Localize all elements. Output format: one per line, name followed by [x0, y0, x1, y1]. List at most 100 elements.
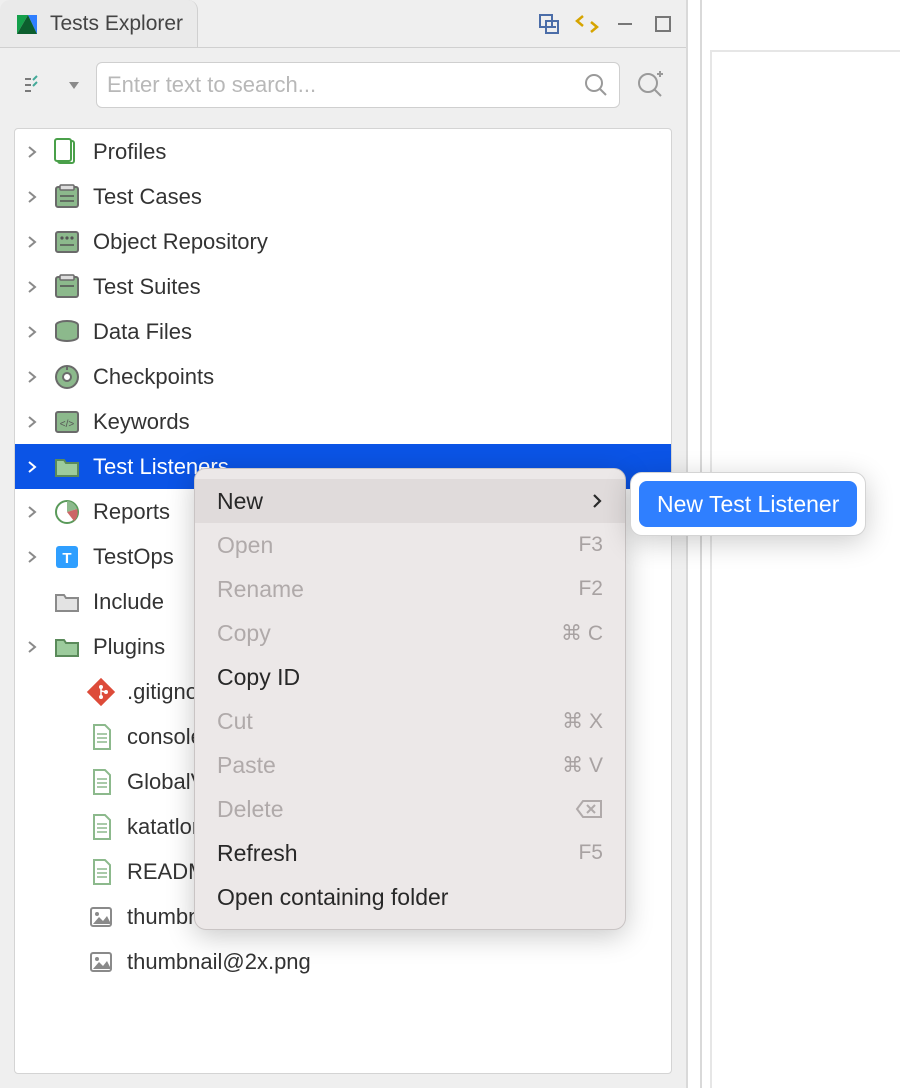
chevron-right-icon	[23, 416, 41, 428]
tree-item-label: thumbnail@2x.png	[127, 949, 311, 975]
link-editor-icon[interactable]	[574, 11, 600, 37]
menu-shortcut: F5	[578, 841, 603, 865]
chevron-right-icon	[23, 506, 41, 518]
chevron-right-icon	[23, 461, 41, 473]
tab-tools	[536, 11, 686, 37]
chevron-right-icon	[23, 281, 41, 293]
chevron-right-icon	[23, 371, 41, 383]
folder-green-icon	[51, 451, 83, 483]
data-icon	[51, 316, 83, 348]
menu-item-label: Copy ID	[217, 664, 300, 691]
keywords-icon: </>	[51, 406, 83, 438]
tests-explorer-tab[interactable]: Tests Explorer	[0, 0, 198, 47]
menu-new[interactable]: New	[195, 479, 625, 523]
chevron-right-icon	[23, 326, 41, 338]
profiles-icon	[51, 136, 83, 168]
menu-item-label: Cut	[217, 708, 253, 735]
editor-pane	[700, 0, 900, 1088]
tree-row-object-repository[interactable]: Object Repository	[15, 219, 671, 264]
search-input[interactable]	[107, 72, 573, 98]
reports-icon	[51, 496, 83, 528]
suites-icon	[51, 271, 83, 303]
tree-item-label: Object Repository	[93, 229, 268, 255]
tree-item-label: Reports	[93, 499, 170, 525]
menu-delete: Delete	[195, 787, 625, 831]
menu-item-label: Delete	[217, 796, 283, 823]
menu-item-label: Refresh	[217, 840, 298, 867]
testcases-icon	[51, 181, 83, 213]
tree-row-test-suites[interactable]: Test Suites	[15, 264, 671, 309]
chevron-right-icon	[23, 191, 41, 203]
file-icon	[85, 811, 117, 843]
menu-shortcut: F2	[578, 577, 603, 601]
tree-row-profiles[interactable]: Profiles	[15, 129, 671, 174]
editor-pane-inner	[710, 50, 900, 1088]
file-icon	[85, 721, 117, 753]
repo-icon	[51, 226, 83, 258]
menu-refresh[interactable]: Refresh F5	[195, 831, 625, 875]
menu-paste: Paste ⌘ V	[195, 743, 625, 787]
folder-icon	[51, 586, 83, 618]
tree-item-label: TestOps	[93, 544, 174, 570]
filter-dropdown-icon[interactable]	[60, 62, 88, 108]
tree-item-label: Profiles	[93, 139, 166, 165]
tree-item-label: Test Suites	[93, 274, 201, 300]
delete-shortcut-icon	[575, 799, 603, 819]
submenu-new-test-listener[interactable]: New Test Listener	[639, 481, 857, 527]
search-row	[0, 48, 686, 122]
tree-item-label: Keywords	[93, 409, 190, 435]
menu-shortcut: ⌘ V	[562, 753, 603, 778]
menu-open: OpenF3	[195, 523, 625, 567]
collapse-all-icon[interactable]	[536, 11, 562, 37]
menu-copy-id[interactable]: Copy ID	[195, 655, 625, 699]
menu-item-label: New	[217, 488, 263, 515]
menu-open-containing-folder[interactable]: Open containing folder	[195, 875, 625, 919]
git-icon	[85, 676, 117, 708]
menu-copy: Copy ⌘ C	[195, 611, 625, 655]
file-icon	[85, 856, 117, 888]
tab-title: Tests Explorer	[50, 12, 183, 36]
menu-item-label: Rename	[217, 576, 304, 603]
tree-item-label: Test Cases	[93, 184, 202, 210]
katalon-logo-icon	[14, 11, 40, 37]
tree-row-checkpoints[interactable]: Checkpoints	[15, 354, 671, 399]
menu-rename: Rename F2	[195, 567, 625, 611]
svg-text:</>: </>	[60, 419, 75, 430]
tab-row: Tests Explorer	[0, 0, 686, 48]
tree-row-test-cases[interactable]: Test Cases	[15, 174, 671, 219]
search-input-container	[96, 62, 620, 108]
context-submenu: New Test Listener	[630, 472, 866, 536]
menu-cut: Cut ⌘ X	[195, 699, 625, 743]
tree-item-label: Plugins	[93, 634, 165, 660]
tree-row-thumbnail-2x-png[interactable]: thumbnail@2x.png	[15, 939, 671, 984]
chevron-right-icon	[23, 146, 41, 158]
chevron-right-icon	[23, 641, 41, 653]
tree-item-label: katatlon	[127, 814, 204, 840]
menu-shortcut: ⌘ X	[562, 709, 603, 734]
chevron-right-icon	[23, 551, 41, 563]
tree-row-keywords[interactable]: </> Keywords	[15, 399, 671, 444]
menu-shortcut: F3	[578, 533, 603, 557]
tree-item-label: Include	[93, 589, 164, 615]
filter-tasks-icon[interactable]	[14, 62, 52, 108]
tree-item-label: Checkpoints	[93, 364, 214, 390]
search-history-icon[interactable]	[628, 62, 672, 108]
context-menu: New OpenF3 Rename F2 Copy ⌘ C Copy ID Cut ⌘ X Pas…	[194, 468, 626, 930]
image-icon	[85, 946, 117, 978]
tree-row-data-files[interactable]: Data Files	[15, 309, 671, 354]
checkpoints-icon	[51, 361, 83, 393]
menu-item-label: Paste	[217, 752, 276, 779]
svg-text:T: T	[62, 550, 71, 567]
menu-item-label: Copy	[217, 620, 271, 647]
testops-icon: T	[51, 541, 83, 573]
menu-shortcut: ⌘ C	[561, 621, 603, 646]
chevron-right-icon	[591, 494, 603, 508]
menu-item-label: Open containing folder	[217, 884, 448, 911]
chevron-right-icon	[23, 236, 41, 248]
image-icon	[85, 901, 117, 933]
maximize-icon[interactable]	[650, 11, 676, 37]
file-icon	[85, 766, 117, 798]
tree-item-label: Data Files	[93, 319, 192, 345]
search-icon[interactable]	[583, 72, 609, 98]
minimize-icon[interactable]	[612, 11, 638, 37]
